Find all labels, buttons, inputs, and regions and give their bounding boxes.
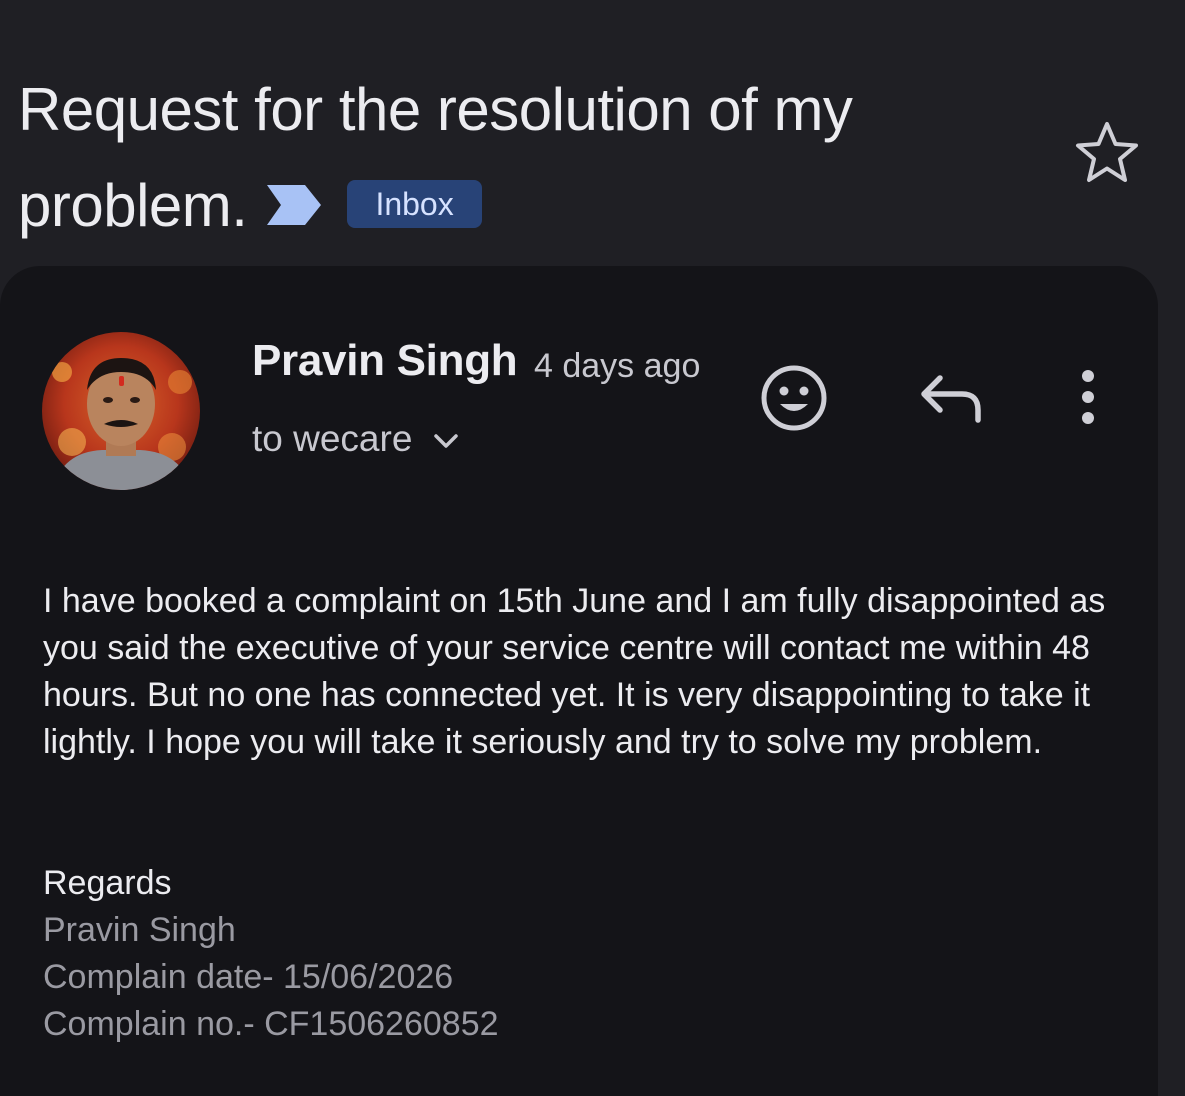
signature-name: Pravin Singh (43, 911, 236, 949)
reply-button[interactable] (918, 370, 984, 426)
signature-number: Complain no.- CF1506260852 (43, 1005, 499, 1043)
chevron-down-icon (434, 434, 459, 448)
sender-photo (42, 332, 200, 490)
email-subject-row: Request for the resolution of my problem… (18, 62, 1018, 254)
star-icon (1076, 122, 1138, 182)
recipients-toggle[interactable]: to wecare (252, 414, 460, 464)
signature-date: Complain date- 15/06/2026 (43, 958, 454, 996)
star-button[interactable] (1072, 118, 1142, 188)
reply-icon (921, 375, 981, 423)
avatar[interactable] (42, 332, 200, 490)
sender-name[interactable]: Pravin Singh (252, 334, 518, 388)
closing: Regards (43, 864, 172, 902)
more-options-button[interactable] (1070, 366, 1106, 430)
email-body: I have booked a complaint on 15th June a… (43, 582, 1106, 761)
email-view: Request for the resolution of my problem… (0, 0, 1185, 1096)
add-reaction-icon (761, 365, 827, 431)
recipients-text: to wecare (252, 418, 413, 459)
signature-block: Pravin Singh Complain date- 15/06/2026 C… (43, 907, 499, 1048)
sent-time: 4 days ago (534, 347, 701, 385)
inbox-label-chip[interactable]: Inbox (347, 180, 482, 229)
more-vert-icon (1082, 370, 1094, 424)
add-reaction-button[interactable] (760, 364, 828, 432)
importance-marker-icon[interactable] (265, 183, 323, 227)
